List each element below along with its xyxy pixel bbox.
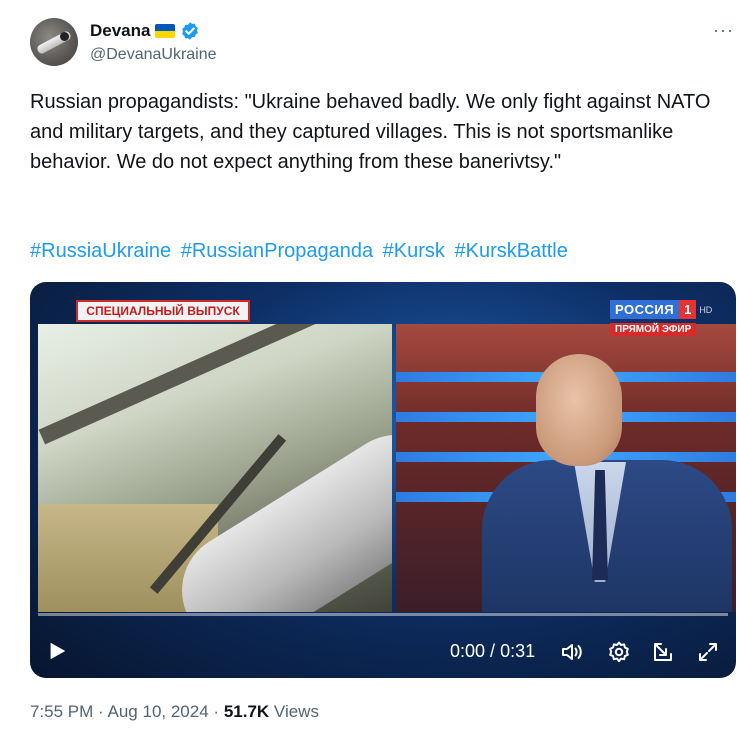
video-time-current: 0:00	[450, 641, 486, 661]
video-frame-left-footage	[38, 324, 392, 612]
video-progress-bar[interactable]	[38, 613, 728, 616]
meta-separator: ·	[98, 702, 104, 721]
avatar[interactable]	[30, 18, 78, 66]
popout-icon[interactable]	[651, 640, 675, 664]
video-time-display: 0:00 / 0:31	[450, 641, 535, 662]
fullscreen-icon[interactable]	[696, 640, 720, 664]
live-label: ПРЯМОЙ ЭФИР	[610, 323, 697, 336]
video-time-total: 0:31	[500, 641, 536, 661]
verified-badge-icon	[182, 22, 199, 40]
more-options-icon[interactable]: ···	[713, 20, 734, 41]
hashtag-link[interactable]: #KurskBattle	[454, 240, 567, 262]
meta-separator: ·	[213, 702, 220, 721]
video-frame-studio	[396, 324, 736, 612]
views-label: Views	[273, 702, 319, 721]
tweet-metadata: 7:55 PM · Aug 10, 2024 · 51.7K Views	[30, 702, 319, 722]
hashtag-list: #RussiaUkraine #RussianPropaganda #Kursk…	[30, 236, 572, 266]
avatar-image-tip	[60, 32, 69, 41]
hashtag-link[interactable]: #Kursk	[383, 240, 445, 262]
broadcast-banner: СПЕЦИАЛЬНЫЙ ВЫПУСК	[76, 300, 250, 322]
author-handle[interactable]: @DevanaUkraine	[90, 46, 217, 64]
channel-name: РОССИЯ	[610, 300, 680, 319]
gear-icon[interactable]	[607, 640, 631, 664]
tweet: Devana @DevanaUkraine ··· Russian propag…	[0, 0, 738, 741]
channel-hd-label: HD	[699, 304, 713, 315]
ukraine-flag-icon	[155, 24, 176, 38]
channel-number: 1	[679, 300, 697, 319]
tweet-text: Russian propagandists: "Ukraine behaved …	[30, 91, 711, 173]
tweet-date[interactable]: Aug 10, 2024	[108, 702, 209, 721]
tweet-time[interactable]: 7:55 PM	[30, 702, 93, 721]
channel-logo: РОССИЯ 1 HD ПРЯМОЙ ЭФИР	[610, 300, 712, 337]
author-name-row: Devana	[90, 20, 200, 42]
views-count: 51.7K	[223, 702, 270, 721]
volume-icon[interactable]	[560, 640, 584, 664]
hashtag-link[interactable]: #RussiaUkraine	[30, 240, 171, 262]
play-icon[interactable]	[46, 640, 68, 662]
video-player[interactable]: СПЕЦИАЛЬНЫЙ ВЫПУСК РОССИЯ 1 HD ПРЯМОЙ ЭФ…	[30, 282, 736, 678]
author-display-name[interactable]: Devana	[90, 21, 150, 41]
video-time-separator: /	[485, 641, 501, 661]
hashtag-link[interactable]: #RussianPropaganda	[181, 240, 373, 262]
